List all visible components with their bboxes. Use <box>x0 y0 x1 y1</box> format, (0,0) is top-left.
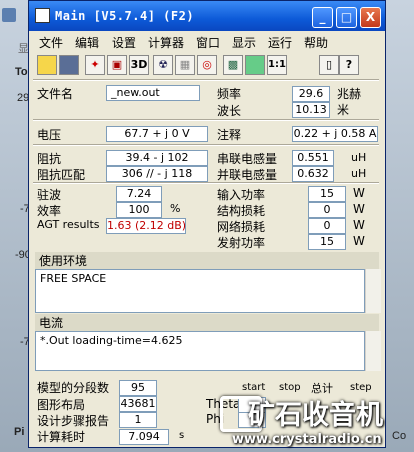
series-inductance-field: 0.551 <box>292 150 334 166</box>
agt-field: 1.63 (2.12 dB) <box>106 218 186 234</box>
radiated-power-label: 发射功率 <box>217 236 266 250</box>
current-scrollbar[interactable] <box>365 331 381 371</box>
watermark-brand: 矿石收音机 <box>248 400 383 431</box>
menu-settings[interactable]: 设置 <box>112 34 136 51</box>
bulb-icon[interactable]: ✦ <box>85 55 105 75</box>
help-icon[interactable]: ? <box>339 55 359 75</box>
agt-label: AGT results <box>37 218 100 231</box>
open-file-icon[interactable] <box>37 55 57 75</box>
title-bar[interactable]: Main [V5.7.4] (F2) _ □ X <box>29 1 385 31</box>
maximize-button[interactable]: □ <box>336 7 357 28</box>
frequency-unit: 兆赫 <box>337 87 362 101</box>
close-button[interactable]: X <box>360 7 381 28</box>
background-app-icon <box>2 8 16 22</box>
ratio-icon[interactable]: 1:1 <box>267 55 287 75</box>
efficiency-label: 效率 <box>37 204 62 218</box>
parallel-inductance-unit: uH <box>351 167 367 180</box>
voltage-field: 67.7 + j 0 V <box>106 126 208 142</box>
divider <box>33 182 379 184</box>
input-power-label: 输入功率 <box>217 188 266 202</box>
wavelength-label: 波长 <box>217 104 242 118</box>
menu-file[interactable]: 文件 <box>39 34 63 51</box>
menu-calculator[interactable]: 计算器 <box>148 34 184 51</box>
calc-time-label: 计算耗时 <box>37 430 86 444</box>
graph-layout-field: 43681 <box>119 396 157 412</box>
voltage-label: 电压 <box>37 128 62 142</box>
impedance-label: 阻抗 <box>37 152 62 166</box>
current-panel-title: 电流 <box>35 314 379 331</box>
impedance-match-label: 阻抗匹配 <box>37 168 86 182</box>
filename-label: 文件名 <box>37 87 74 101</box>
swr-label: 驻波 <box>37 188 62 202</box>
column-start: start <box>242 382 266 393</box>
main-window: Main [V5.7.4] (F2) _ □ X 文件 编辑 设置 计算器 窗口… <box>28 0 386 448</box>
input-power-field: 15 <box>308 186 346 202</box>
wavelength-unit: 米 <box>337 103 350 117</box>
radiated-power-field: 15 <box>308 234 346 250</box>
segments-label: 模型的分段数 <box>37 381 110 395</box>
structure-loss-field: 0 <box>308 202 346 218</box>
filename-field[interactable]: _new.out <box>106 85 200 101</box>
swr-field: 7.24 <box>116 186 162 202</box>
wavelength-field: 10.13 <box>292 102 330 118</box>
efficiency-unit: % <box>170 202 181 215</box>
toolbar: ✦ ▣ 3D ☢ ▦ ◎ ▩ 1:1 ▯ ? <box>35 55 379 79</box>
divider <box>33 144 379 146</box>
current-textarea[interactable]: *.Out loading-time=4.625 <box>35 331 365 371</box>
stack-icon[interactable] <box>245 55 265 75</box>
window-title: Main [V5.7.4] (F2) <box>55 9 195 23</box>
menu-edit[interactable]: 编辑 <box>75 34 99 51</box>
environment-textarea[interactable]: FREE SPACE <box>35 269 365 313</box>
calc-time-field: 7.094 <box>119 429 169 445</box>
structure-loss-label: 结构损耗 <box>217 204 266 218</box>
parallel-inductance-field: 0.632 <box>292 166 334 182</box>
design-steps-label: 设计步骤报告 <box>37 414 110 428</box>
radiation-icon[interactable]: ☢ <box>153 55 173 75</box>
divider <box>33 119 379 121</box>
grid-icon[interactable]: ▦ <box>175 55 195 75</box>
impedance-field: 39.4 - j 102 <box>106 150 208 166</box>
3d-view-icon[interactable]: 3D <box>129 55 149 75</box>
segments-field: 95 <box>119 380 157 396</box>
cube-icon[interactable]: ▣ <box>107 55 127 75</box>
environment-panel-title: 使用环境 <box>35 252 379 269</box>
network-loss-field: 0 <box>308 218 346 234</box>
graph-layout-label: 图形布局 <box>37 398 86 412</box>
environment-scrollbar[interactable] <box>365 269 381 313</box>
menu-view[interactable]: 显示 <box>232 34 256 51</box>
menu-run[interactable]: 运行 <box>268 34 292 51</box>
watermark-url: www.crystalradio.cn <box>232 432 382 447</box>
design-steps-field: 1 <box>119 412 157 428</box>
background-label: To <box>15 66 28 78</box>
series-inductance-unit: uH <box>351 151 367 164</box>
note-label: 注释 <box>217 128 242 142</box>
network-loss-label: 网络损耗 <box>217 220 266 234</box>
network-loss-unit: W <box>353 218 365 232</box>
module-icon[interactable]: ▩ <box>223 55 243 75</box>
structure-loss-unit: W <box>353 202 365 216</box>
save-icon[interactable] <box>59 55 79 75</box>
input-power-unit: W <box>353 186 365 200</box>
minimize-button[interactable]: _ <box>312 7 333 28</box>
efficiency-field: 100 <box>116 202 162 218</box>
background-label: Co <box>392 430 407 442</box>
target-icon[interactable]: ◎ <box>197 55 217 75</box>
radiated-power-unit: W <box>353 234 365 248</box>
parallel-inductance-label: 并联电感量 <box>217 168 278 182</box>
column-stop: stop <box>279 382 301 393</box>
book-icon[interactable]: ▯ <box>319 55 339 75</box>
calc-time-unit: s <box>179 430 185 441</box>
menu-window[interactable]: 窗口 <box>196 34 220 51</box>
column-step: step <box>350 382 372 393</box>
note-field: 0.22 + j 0.58 A <box>292 126 378 142</box>
background-label: Pi <box>14 426 25 438</box>
frequency-field[interactable]: 29.6 <box>292 86 330 102</box>
toolbar-divider <box>33 79 379 81</box>
impedance-match-field: 306 // - j 118 <box>106 166 208 182</box>
app-icon <box>35 8 50 23</box>
menu-help[interactable]: 帮助 <box>304 34 328 51</box>
series-inductance-label: 串联电感量 <box>217 152 278 166</box>
frequency-label: 频率 <box>217 87 242 101</box>
